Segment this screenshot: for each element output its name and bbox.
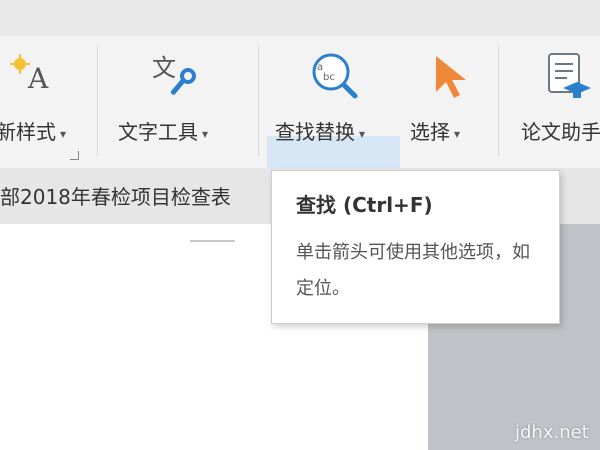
cursor-arrow-icon [436,56,466,98]
text-tools-button[interactable]: 文 文字工具 ▾ [105,36,245,168]
new-style-group[interactable]: A 新样式 ▾ [0,36,95,168]
title-strip [0,0,600,36]
ribbon-toolbar: A 新样式 ▾ 文 文字工具 ▾ a bc 查找替换 ▾ 选择 ▾ 论文助手 [0,36,600,180]
find-replace-icon: a bc [312,53,358,99]
separator [498,46,499,156]
text-tools-icon: 文 [152,54,196,95]
document-tab-title[interactable]: 部2018年春检项目检查表 [0,181,231,210]
find-tooltip: 查找 (Ctrl+F) 单击箭头可使用其他选项，如定位。 [271,170,560,324]
new-style-label: 新样式 ▾ [0,120,67,144]
separator [97,46,98,156]
svg-text:bc: bc [323,72,335,83]
select-label: 选择 ▾ [410,120,461,144]
dialog-launcher-icon[interactable] [70,151,79,160]
paper-assistant-button[interactable]: 论文助手 [505,36,600,168]
find-replace-button[interactable]: a bc 查找替换 ▾ [267,36,400,168]
tooltip-title: 查找 (Ctrl+F) [296,193,433,217]
site-watermark: jdhx.net [515,422,589,443]
paper-assistant-label: 论文助手 [521,120,600,144]
style-icon: A [10,54,49,95]
tooltip-body: 单击箭头可使用其他选项，如定位。 [296,242,530,299]
svg-text:A: A [27,62,49,95]
select-button[interactable]: 选择 ▾ [402,36,487,168]
separator [258,46,259,156]
find-replace-label: 查找替换 ▾ [275,120,366,144]
paper-assistant-icon [548,53,591,98]
svg-text:文: 文 [152,54,176,82]
page-edge-marker [190,240,235,242]
text-tools-label: 文字工具 ▾ [118,120,209,144]
